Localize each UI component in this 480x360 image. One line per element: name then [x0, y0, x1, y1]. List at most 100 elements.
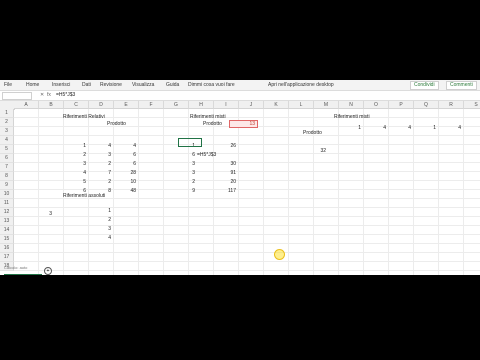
column-header[interactable]: Q: [414, 101, 439, 109]
worksheet-grid[interactable]: ABCDEFGHIJKLMNOPQRS 1 2 3 4 5 6 7 8 9 10 11 12 13 14 1…: [0, 101, 480, 275]
mixed2-title: Riferimenti misti: [334, 114, 370, 120]
row-header[interactable]: 2: [0, 118, 14, 127]
tab-guida[interactable]: Guida: [166, 82, 179, 88]
tab-revisione[interactable]: Revisione: [100, 82, 122, 88]
relative-c-cell: 3: [83, 161, 86, 167]
column-header[interactable]: J: [239, 101, 264, 109]
mixed-product-header: Prodotto: [203, 121, 222, 127]
tab-home[interactable]: Home: [26, 82, 39, 88]
relative-d-cell: 4: [108, 143, 111, 149]
mixed2-row-cell: 1: [433, 125, 436, 131]
gridline-horizontal: [14, 270, 480, 271]
column-header[interactable]: B: [39, 101, 64, 109]
column-header[interactable]: I: [214, 101, 239, 109]
column-header[interactable]: H: [189, 101, 214, 109]
mixed2-product-header: Prodotto: [303, 130, 322, 136]
gridline-horizontal: [14, 207, 480, 208]
mixed-i-cell: 30: [230, 161, 236, 167]
sheet-tabs-bar: Calcolo: auto +: [4, 265, 54, 275]
row-header[interactable]: 3: [0, 127, 14, 136]
add-sheet-icon[interactable]: +: [44, 267, 52, 275]
absolute-c-cell: 1: [108, 208, 111, 214]
formula-input[interactable]: =H5*J$3: [56, 92, 75, 98]
name-box[interactable]: [2, 92, 32, 100]
row-header[interactable]: 8: [0, 172, 14, 181]
mixed2-row-cell: 4: [408, 125, 411, 131]
share-label: Condividi: [414, 82, 435, 88]
gridline-vertical: [338, 109, 339, 275]
relative-d-cell: 3: [108, 152, 111, 158]
column-header[interactable]: P: [389, 101, 414, 109]
gridline-horizontal: [14, 252, 480, 253]
column-header[interactable]: C: [64, 101, 89, 109]
column-header[interactable]: L: [289, 101, 314, 109]
row-header[interactable]: 9: [0, 181, 14, 190]
row-header[interactable]: 5: [0, 145, 14, 154]
gridline-horizontal: [14, 216, 480, 217]
column-header[interactable]: G: [164, 101, 189, 109]
mixed-i-cell: 117: [228, 188, 236, 194]
column-header[interactable]: S: [464, 101, 480, 109]
gridline-vertical: [413, 109, 414, 275]
relative-c-cell: 2: [83, 152, 86, 158]
mixed-i-cell: 91: [230, 170, 236, 176]
column-header[interactable]: N: [339, 101, 364, 109]
mouse-cursor-highlight: [274, 249, 285, 260]
tab-file[interactable]: File: [4, 82, 12, 88]
mixed-h-cell: 3: [192, 170, 195, 176]
absolute-title: Riferimenti assoluti: [63, 193, 106, 199]
column-header[interactable]: M: [314, 101, 339, 109]
tab-visualizza[interactable]: Visualizza: [132, 82, 154, 88]
row-header[interactable]: 10: [0, 190, 14, 199]
gridline-vertical: [238, 109, 239, 275]
row-header[interactable]: 16: [0, 244, 14, 253]
relative-e-cell: 6: [133, 152, 136, 158]
sheet-tab[interactable]: [4, 270, 42, 275]
mixed-factor-cell[interactable]: 13: [229, 120, 258, 128]
row-header[interactable]: 11: [0, 199, 14, 208]
row-header[interactable]: 1: [0, 109, 14, 118]
absolute-c-cell: 2: [108, 217, 111, 223]
comments-button[interactable]: Commenti: [446, 81, 477, 90]
tell-me-search[interactable]: Dimmi cosa vuoi fare: [188, 82, 235, 88]
share-button[interactable]: Condividi: [410, 81, 439, 90]
gridline-horizontal: [14, 261, 480, 262]
open-desktop-app-link[interactable]: Apri nell'applicazione desktop: [268, 82, 334, 88]
column-header[interactable]: A: [14, 101, 39, 109]
formula-bar: ✕ fx =H5*J$3: [0, 91, 480, 101]
gridline-vertical: [388, 109, 389, 275]
gridline-vertical: [438, 109, 439, 275]
mixed-h-cell: 6: [192, 152, 195, 158]
absolute-c-cell: 4: [108, 235, 111, 241]
relative-d-cell: 2: [108, 161, 111, 167]
column-header[interactable]: D: [89, 101, 114, 109]
mixed-h-cell: 9: [192, 188, 195, 194]
row-header[interactable]: 12: [0, 208, 14, 217]
mixed2-row-cell: 4: [383, 125, 386, 131]
active-cell-selection[interactable]: [178, 138, 202, 147]
relative-c-cell: 4: [83, 170, 86, 176]
row-header[interactable]: 17: [0, 253, 14, 262]
column-header[interactable]: F: [139, 101, 164, 109]
row-header[interactable]: 14: [0, 226, 14, 235]
mixed-h-cell: 2: [192, 179, 195, 185]
row-header[interactable]: 4: [0, 136, 14, 145]
absolute-c-cell: 3: [108, 226, 111, 232]
tab-dati[interactable]: Dati: [82, 82, 91, 88]
column-header[interactable]: R: [439, 101, 464, 109]
fx-icon[interactable]: fx: [47, 92, 51, 98]
row-header[interactable]: 15: [0, 235, 14, 244]
mixed-h-cell: 3: [192, 161, 195, 167]
column-header[interactable]: E: [114, 101, 139, 109]
relative-e-cell: 4: [133, 143, 136, 149]
row-header[interactable]: 6: [0, 154, 14, 163]
mixed-i-cell: 26: [230, 143, 236, 149]
cancel-icon[interactable]: ✕: [40, 92, 44, 98]
column-header[interactable]: O: [364, 101, 389, 109]
gridline-horizontal: [14, 234, 480, 235]
row-header[interactable]: 13: [0, 217, 14, 226]
column-header[interactable]: K: [264, 101, 289, 109]
row-header[interactable]: 7: [0, 163, 14, 172]
mixed2-row-cell: 1: [358, 125, 361, 131]
tab-inserisci[interactable]: Inserisci: [52, 82, 70, 88]
